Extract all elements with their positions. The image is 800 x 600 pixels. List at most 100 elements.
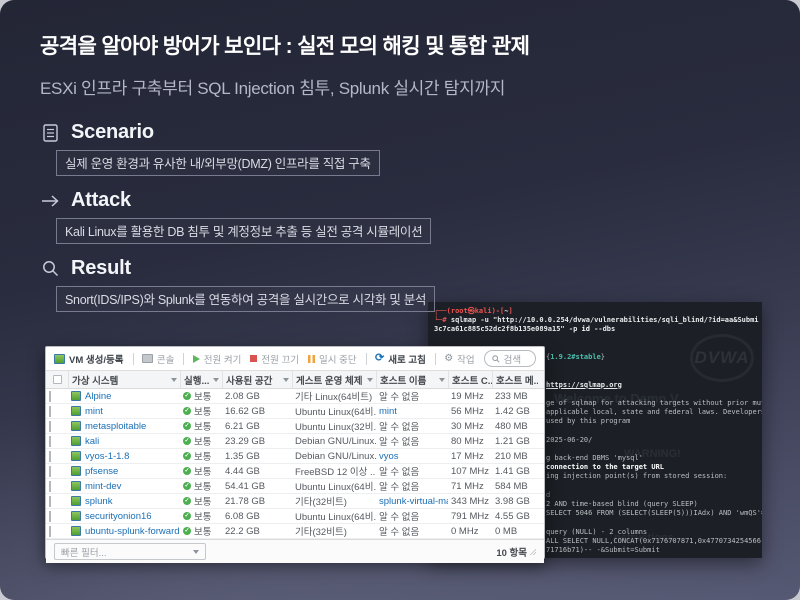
- status-badge: ✓보통: [180, 524, 222, 538]
- row-checkbox[interactable]: [46, 511, 68, 522]
- status-badge: ✓보통: [180, 419, 222, 433]
- column-header[interactable]: 사용된 공간: [222, 371, 292, 388]
- row-checkbox[interactable]: [46, 421, 68, 432]
- vm-table-body: Alpine✓보통2.08 GB기타 Linux(64비트)알 수 없음19 M…: [46, 389, 544, 539]
- vm-name-link[interactable]: securityonion16: [68, 511, 180, 522]
- guest-os: 기타 Linux(64비트): [292, 389, 376, 403]
- vm-name-link[interactable]: splunk: [68, 496, 180, 507]
- host-memory: 4.55 GB: [492, 511, 538, 522]
- quick-filter-label: 빠른 필터...: [61, 545, 107, 559]
- status-ok-icon: ✓: [183, 467, 191, 475]
- section-scenario: Scenario 실제 운영 환경과 유사한 내/외부망(DMZ) 인프라를 직…: [40, 121, 770, 176]
- section-result: Result Snort(IDS/IPS)와 Splunk를 연동하여 공격을 …: [40, 257, 770, 312]
- resize-grip-icon[interactable]: [530, 549, 536, 555]
- toolbar-button-refresh[interactable]: ⟳새로 고침: [375, 352, 426, 366]
- terminal-line: query (NULL) - 2 columns: [546, 528, 758, 537]
- host-name[interactable]: vyos: [376, 451, 448, 462]
- checkbox-icon: [49, 481, 51, 492]
- suspend-icon: [308, 355, 315, 363]
- toolbar-button-power-off[interactable]: 전원 끄기: [250, 352, 299, 366]
- toolbar-button-suspend[interactable]: 일시 중단: [308, 352, 357, 366]
- status-label: 보통: [194, 419, 211, 433]
- checkbox-icon: [49, 496, 51, 507]
- vm-name-link[interactable]: vyos-1-1.8: [68, 451, 180, 462]
- terminal-line: ge of sqlmap for attacking targets witho…: [546, 399, 758, 408]
- host-name: 알 수 없음: [376, 434, 448, 448]
- chevron-down-icon[interactable]: [367, 378, 373, 382]
- column-header-label: 호스트 메...: [496, 373, 538, 387]
- terminal-line: used by this program: [546, 417, 758, 426]
- toolbar-button-power-on[interactable]: 전원 켜기: [193, 352, 242, 366]
- vm-name: pfsense: [85, 466, 118, 477]
- chevron-down-icon[interactable]: [213, 378, 219, 382]
- checkbox-icon: [49, 406, 51, 417]
- table-row[interactable]: splunk✓보통21.78 GB기타(32비트)splunk-virtual-…: [46, 494, 544, 509]
- vm-name-link[interactable]: ubuntu-splunk-forwarder: [68, 526, 180, 537]
- row-checkbox[interactable]: [46, 451, 68, 462]
- chevron-down-icon[interactable]: [439, 378, 445, 382]
- guest-os: Ubuntu Linux(64비...: [292, 479, 376, 493]
- status-label: 보통: [194, 434, 211, 448]
- search-input[interactable]: 검색: [484, 350, 536, 367]
- host-name[interactable]: mint: [376, 406, 448, 417]
- terminal-line: 71716b71)-- -&Submit=Submit: [546, 546, 758, 555]
- search-icon: [40, 259, 60, 279]
- status-badge: ✓보통: [180, 449, 222, 463]
- toolbar-button-label: 전원 끄기: [261, 352, 299, 366]
- table-row[interactable]: vyos-1-1.8✓보통1.35 GBDebian GNU/Linux...v…: [46, 449, 544, 464]
- console-icon: [142, 354, 153, 363]
- terminal-line: 3c7ca61c885c52dc2f8b135e089a15" -p id --…: [434, 325, 758, 334]
- vm-name: mint: [85, 406, 103, 417]
- toolbar-button-label: 새로 고침: [388, 352, 426, 366]
- row-checkbox[interactable]: [46, 406, 68, 417]
- chevron-down-icon[interactable]: [283, 378, 289, 382]
- vm-icon: [71, 481, 81, 491]
- vm-name-link[interactable]: pfsense: [68, 466, 180, 477]
- table-row[interactable]: Alpine✓보통2.08 GB기타 Linux(64비트)알 수 없음19 M…: [46, 389, 544, 404]
- column-header[interactable]: 호스트 이름: [376, 371, 448, 388]
- slide-content: 공격을 알아야 방어가 보인다 : 실전 모의 해킹 및 통합 관제 ESXi …: [40, 34, 770, 325]
- host-name[interactable]: splunk-virtual-mac...: [376, 496, 448, 507]
- status-label: 보통: [194, 524, 211, 538]
- host-name: 알 수 없음: [376, 389, 448, 403]
- document-icon: [40, 123, 60, 143]
- vm-name-link[interactable]: Alpine: [68, 391, 180, 402]
- table-row[interactable]: ubuntu-splunk-forwarder✓보통22.2 GB기타(32비트…: [46, 524, 544, 539]
- chevron-down-icon[interactable]: [171, 378, 177, 382]
- table-row[interactable]: mint-dev✓보통54.41 GBUbuntu Linux(64비...알 …: [46, 479, 544, 494]
- sections: Scenario 실제 운영 환경과 유사한 내/외부망(DMZ) 인프라를 직…: [40, 121, 770, 312]
- terminal-line: 2025-06-20/: [546, 436, 758, 445]
- status-badge: ✓보통: [180, 494, 222, 508]
- toolbar-button-console[interactable]: 콘솔: [142, 352, 174, 366]
- vm-name-link[interactable]: kali: [68, 436, 180, 447]
- table-row[interactable]: securityonion16✓보통6.08 GBUbuntu Linux(64…: [46, 509, 544, 524]
- checkbox-icon: [53, 375, 62, 384]
- select-all-checkbox[interactable]: [46, 371, 68, 388]
- vm-name-link[interactable]: mint: [68, 406, 180, 417]
- vm-toolbar: VM 생성/등록 콘솔 전원 켜기 전원 끄기 일시 중단 ⟳새로 고침 ⚙작업 검색: [46, 347, 544, 371]
- quick-filter-dropdown[interactable]: 빠른 필터...: [54, 543, 206, 560]
- toolbar-button-actions[interactable]: ⚙작업: [444, 352, 474, 366]
- row-checkbox[interactable]: [46, 496, 68, 507]
- host-cpu: 30 MHz: [448, 421, 492, 432]
- column-header[interactable]: 호스트 메...: [492, 371, 538, 388]
- column-header[interactable]: 호스트 C...: [448, 371, 492, 388]
- item-count: 10 항목: [496, 545, 536, 559]
- row-checkbox[interactable]: [46, 466, 68, 477]
- row-checkbox[interactable]: [46, 436, 68, 447]
- column-header[interactable]: 게스트 운영 체제: [292, 371, 376, 388]
- vm-name-link[interactable]: mint-dev: [68, 481, 180, 492]
- guest-os: 기타(32비트): [292, 494, 376, 508]
- table-row[interactable]: mint✓보통16.62 GBUbuntu Linux(64비...mint56…: [46, 404, 544, 419]
- table-row[interactable]: metasploitable✓보통6.21 GBUbuntu Linux(32비…: [46, 419, 544, 434]
- row-checkbox[interactable]: [46, 391, 68, 402]
- column-header[interactable]: 가상 시스템: [68, 371, 180, 388]
- host-memory: 1.42 GB: [492, 406, 538, 417]
- column-header[interactable]: 실행...: [180, 371, 222, 388]
- row-checkbox[interactable]: [46, 481, 68, 492]
- toolbar-button-vm-create[interactable]: VM 생성/등록: [54, 352, 124, 366]
- table-row[interactable]: kali✓보통23.29 GBDebian GNU/Linux...알 수 없음…: [46, 434, 544, 449]
- table-row[interactable]: pfsense✓보통4.44 GBFreeBSD 12 이상 ...알 수 없음…: [46, 464, 544, 479]
- vm-name-link[interactable]: metasploitable: [68, 421, 180, 432]
- row-checkbox[interactable]: [46, 526, 68, 537]
